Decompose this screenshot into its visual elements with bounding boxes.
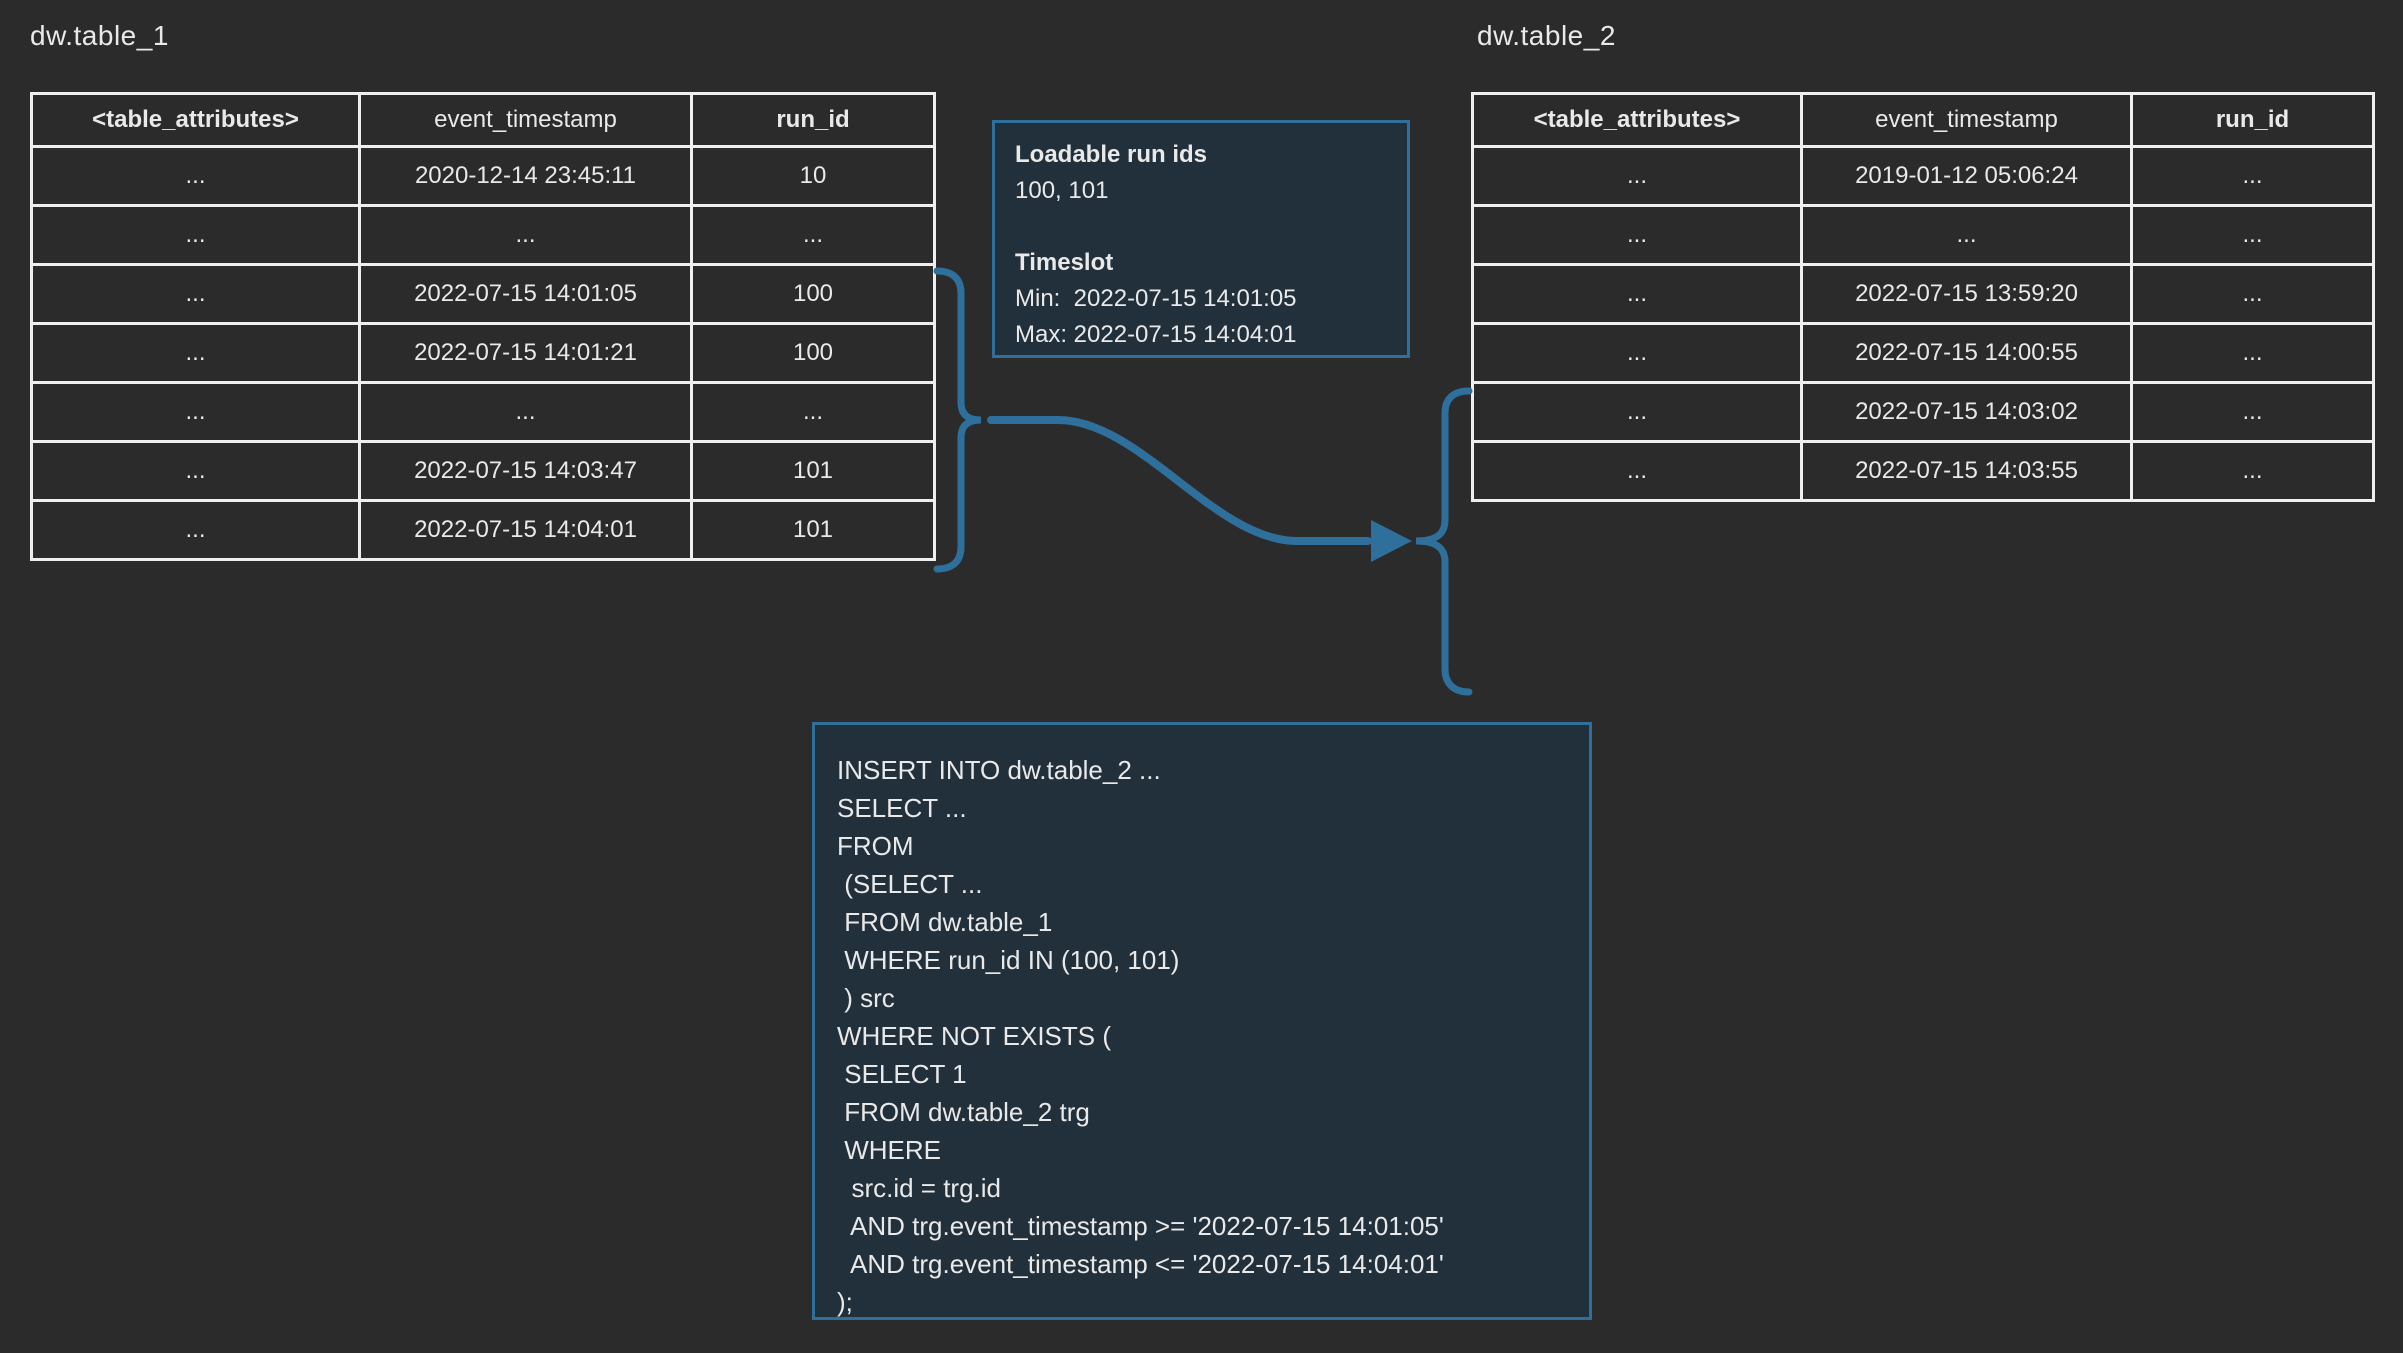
table-cell: ... — [2132, 147, 2374, 206]
diagram-canvas: { "colors": { "background": "#2b2b2b", "… — [0, 0, 2403, 1353]
table-cell: 2022-07-15 14:03:47 — [360, 442, 692, 501]
table-cell: 2020-12-14 23:45:11 — [360, 147, 692, 206]
info-run-ids-value: 100, 101 — [1015, 173, 1407, 209]
table-row: ... 2019-01-12 05:06:24 ... — [1473, 147, 2374, 206]
sql-line: ) src — [837, 979, 1589, 1017]
table1-header-run-id: run_id — [692, 94, 935, 147]
table-row: ... 2022-07-15 14:03:55 ... — [1473, 442, 2374, 501]
table-row: ... 2022-07-15 14:00:55 ... — [1473, 324, 2374, 383]
table-cell: 10 — [692, 147, 935, 206]
table-cell: 2022-07-15 14:01:05 — [360, 265, 692, 324]
sql-line: AND trg.event_timestamp <= '2022-07-15 1… — [837, 1245, 1589, 1283]
table-row: ... 2022-07-15 14:01:21 100 — [32, 324, 935, 383]
info-heading-timeslot: Timeslot — [1015, 245, 1407, 281]
table-row: ... 2020-12-14 23:45:11 10 — [32, 147, 935, 206]
table-cell: 2019-01-12 05:06:24 — [1802, 147, 2132, 206]
table2-header-run-id: run_id — [2132, 94, 2374, 147]
table2-header-attributes: <table_attributes> — [1473, 94, 1802, 147]
table-cell: 2022-07-15 14:04:01 — [360, 501, 692, 560]
table-cell: ... — [1473, 265, 1802, 324]
sql-line: FROM dw.table_2 trg — [837, 1093, 1589, 1131]
table1-title: dw.table_1 — [30, 20, 169, 52]
sql-line: (SELECT ... — [837, 865, 1589, 903]
table-cell: ... — [692, 383, 935, 442]
table-cell: ... — [1473, 442, 1802, 501]
table-cell: 2022-07-15 14:03:55 — [1802, 442, 2132, 501]
table-cell: ... — [1802, 206, 2132, 265]
right-brace — [1416, 391, 1469, 692]
sql-code-box: INSERT INTO dw.table_2 ... SELECT ... FR… — [812, 722, 1592, 1320]
table-cell: ... — [1473, 206, 1802, 265]
table-row: ... ... ... — [1473, 206, 2374, 265]
info-timeslot-max: Max: 2022-07-15 14:04:01 — [1015, 317, 1407, 353]
sql-line: WHERE run_id IN (100, 101) — [837, 941, 1589, 979]
table-cell: ... — [2132, 383, 2374, 442]
table-cell: ... — [32, 324, 360, 383]
flow-arrowhead-icon — [1371, 520, 1412, 562]
table-row: ... 2022-07-15 14:03:47 101 — [32, 442, 935, 501]
table-cell: ... — [32, 442, 360, 501]
table-cell: ... — [692, 206, 935, 265]
table-cell: ... — [32, 147, 360, 206]
table-cell: ... — [2132, 265, 2374, 324]
table-2: <table_attributes> event_timestamp run_i… — [1471, 92, 2375, 502]
table-cell: ... — [1473, 147, 1802, 206]
table-cell: 2022-07-15 13:59:20 — [1802, 265, 2132, 324]
table-cell: ... — [2132, 206, 2374, 265]
table-row: ... ... ... — [32, 383, 935, 442]
flow-arrow-line — [991, 420, 1368, 541]
table-cell: 2022-07-15 14:03:02 — [1802, 383, 2132, 442]
table-row: ... ... ... — [32, 206, 935, 265]
sql-line: AND trg.event_timestamp >= '2022-07-15 1… — [837, 1207, 1589, 1245]
sql-line: src.id = trg.id — [837, 1169, 1589, 1207]
table-cell: 100 — [692, 265, 935, 324]
sql-line: INSERT INTO dw.table_2 ... — [837, 751, 1589, 789]
table-cell: 101 — [692, 501, 935, 560]
table-row: ... 2022-07-15 14:04:01 101 — [32, 501, 935, 560]
sql-line: WHERE — [837, 1131, 1589, 1169]
sql-line: FROM — [837, 827, 1589, 865]
sql-line: WHERE NOT EXISTS ( — [837, 1017, 1589, 1055]
table-cell: ... — [32, 206, 360, 265]
table2-header-row: <table_attributes> event_timestamp run_i… — [1473, 94, 2374, 147]
table-cell: 2022-07-15 14:00:55 — [1802, 324, 2132, 383]
left-brace — [937, 271, 981, 569]
table-cell: 100 — [692, 324, 935, 383]
table-row: ... 2022-07-15 14:03:02 ... — [1473, 383, 2374, 442]
table-cell: ... — [1473, 383, 1802, 442]
table2-header-event-timestamp: event_timestamp — [1802, 94, 2132, 147]
sql-line: ); — [837, 1283, 1589, 1321]
table-cell: 101 — [692, 442, 935, 501]
table-cell: ... — [1473, 324, 1802, 383]
sql-line: SELECT 1 — [837, 1055, 1589, 1093]
loadable-run-ids-info-box: Loadable run ids 100, 101 Timeslot Min: … — [992, 120, 1410, 358]
table-cell: ... — [32, 501, 360, 560]
table-1: <table_attributes> event_timestamp run_i… — [30, 92, 936, 561]
table-row: ... 2022-07-15 14:01:05 100 — [32, 265, 935, 324]
table-cell: ... — [2132, 324, 2374, 383]
table1-header-event-timestamp: event_timestamp — [360, 94, 692, 147]
sql-line: SELECT ... — [837, 789, 1589, 827]
table1-header-row: <table_attributes> event_timestamp run_i… — [32, 94, 935, 147]
table-cell: ... — [2132, 442, 2374, 501]
info-timeslot-min: Min: 2022-07-15 14:01:05 — [1015, 281, 1407, 317]
table-cell: ... — [360, 383, 692, 442]
table-cell: ... — [32, 383, 360, 442]
table-cell: ... — [32, 265, 360, 324]
table-cell: ... — [360, 206, 692, 265]
info-heading-run-ids: Loadable run ids — [1015, 137, 1407, 173]
table-cell: 2022-07-15 14:01:21 — [360, 324, 692, 383]
table2-title: dw.table_2 — [1477, 20, 1616, 52]
sql-line: FROM dw.table_1 — [837, 903, 1589, 941]
table-row: ... 2022-07-15 13:59:20 ... — [1473, 265, 2374, 324]
table1-header-attributes: <table_attributes> — [32, 94, 360, 147]
